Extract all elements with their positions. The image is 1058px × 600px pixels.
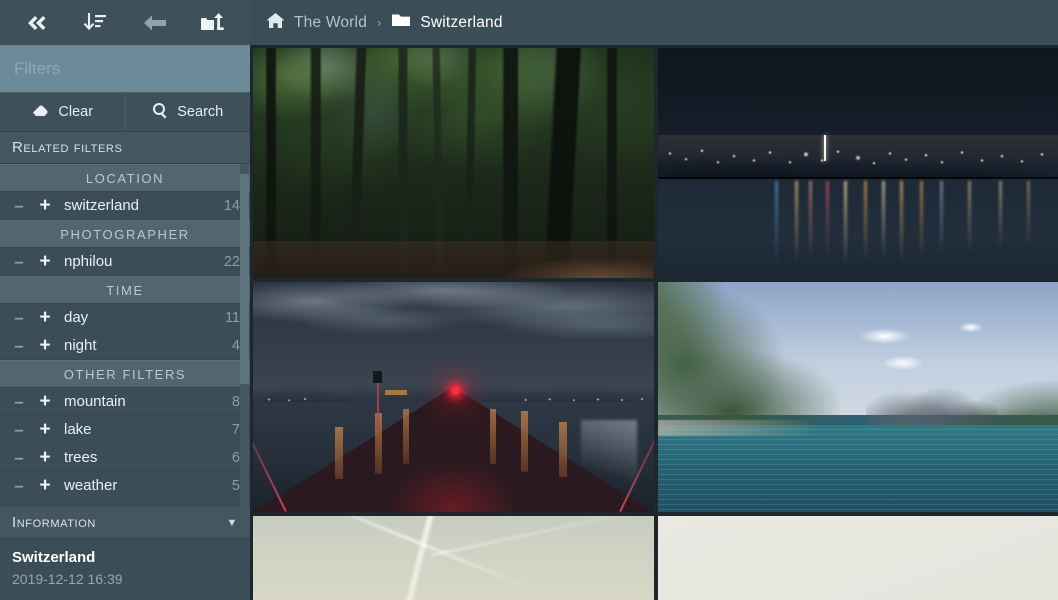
- filter-label: switzerland: [64, 197, 140, 214]
- filter-label: day: [64, 309, 89, 326]
- filter-exclude-button[interactable]: –: [6, 253, 32, 270]
- filter-count: 8: [231, 393, 240, 410]
- filter-row[interactable]: – + night 4: [0, 332, 250, 360]
- filter-exclude-button[interactable]: –: [6, 337, 32, 354]
- top-toolbar: The World › Switzerland: [0, 0, 1058, 45]
- related-filters-header: Related filters: [0, 132, 250, 164]
- filter-count: 11: [224, 309, 240, 326]
- filter-label: night: [64, 337, 97, 354]
- breadcrumb-separator: ›: [377, 15, 382, 30]
- filter-exclude-button[interactable]: –: [6, 421, 32, 438]
- photo-browser-window: The World › Switzerland Filters Clear Se…: [0, 0, 1058, 600]
- filter-category-header: Photographer: [0, 220, 250, 248]
- search-icon: [152, 102, 169, 123]
- filter-include-button[interactable]: +: [32, 336, 58, 355]
- filter-category-header: Location: [0, 164, 250, 192]
- double-chevron-left-icon: [23, 13, 49, 33]
- filter-exclude-button[interactable]: –: [6, 309, 32, 326]
- filters-scrollbar-thumb[interactable]: [240, 174, 249, 384]
- information-header[interactable]: Information ▼: [0, 507, 250, 540]
- filter-label: nphilou: [64, 253, 113, 270]
- filter-row[interactable]: – + weather 5: [0, 472, 250, 500]
- filters-scrollbar-track[interactable]: [240, 164, 249, 508]
- filter-row[interactable]: – + mountain 8: [0, 388, 250, 416]
- toolbar-button-group: [0, 0, 250, 45]
- back-button[interactable]: [131, 0, 179, 45]
- filter-row[interactable]: – + switzerland 14: [0, 192, 250, 220]
- information-panel: Information ▼ Switzerland 2019-12-12 16:…: [0, 507, 250, 600]
- sort-descending-icon: [82, 12, 108, 34]
- photo-pale[interactable]: [657, 516, 1058, 600]
- photo-grid[interactable]: [250, 45, 1058, 600]
- photo-forest[interactable]: [253, 48, 654, 278]
- related-filters-title: Related filters: [12, 139, 123, 156]
- breadcrumb-label: The World: [294, 13, 368, 31]
- photo-hazy-sky[interactable]: [253, 516, 654, 600]
- breadcrumb: The World › Switzerland: [250, 0, 1058, 45]
- sort-button[interactable]: [71, 0, 119, 45]
- information-body: Switzerland 2019-12-12 16:39: [0, 539, 250, 600]
- information-title: Information: [12, 514, 96, 532]
- filter-include-button[interactable]: +: [32, 196, 58, 215]
- filter-exclude-button[interactable]: –: [6, 393, 32, 410]
- filter-exclude-button[interactable]: –: [6, 477, 32, 494]
- photo-night-city[interactable]: [657, 48, 1058, 278]
- filter-category-header: Other filters: [0, 360, 250, 388]
- filter-row[interactable]: – + nphilou 22: [0, 248, 250, 276]
- filter-count: 7: [231, 421, 240, 438]
- main-body: Filters Clear Search Related filters LOC…: [0, 45, 1058, 600]
- clear-button-label: Clear: [58, 103, 94, 120]
- home-icon: [266, 12, 285, 34]
- filter-row[interactable]: – + lake 7: [0, 416, 250, 444]
- filter-include-button[interactable]: +: [32, 476, 58, 495]
- filter-label: lake: [64, 421, 92, 438]
- breadcrumb-label: Switzerland: [420, 13, 503, 31]
- filter-label: trees: [64, 449, 98, 466]
- filter-count: 6: [231, 449, 240, 466]
- photo-pier[interactable]: [253, 282, 654, 512]
- filter-exclude-button[interactable]: –: [6, 449, 32, 466]
- folder-up-icon: [200, 12, 228, 34]
- filter-exclude-button[interactable]: –: [6, 197, 32, 214]
- filter-include-button[interactable]: +: [32, 448, 58, 467]
- filter-include-button[interactable]: +: [32, 308, 58, 327]
- filter-count: 22: [223, 253, 240, 270]
- filter-action-row: Clear Search: [0, 92, 250, 132]
- chevron-down-icon[interactable]: ▼: [227, 517, 239, 529]
- filter-group-list: Location – + switzerland 14 Photographer – + nph…: [0, 164, 250, 500]
- arrow-left-icon: [141, 13, 169, 33]
- filters-search-bar[interactable]: Filters: [0, 45, 250, 92]
- information-name: Switzerland: [12, 549, 96, 567]
- filter-include-button[interactable]: +: [32, 252, 58, 271]
- eraser-icon: [31, 103, 50, 122]
- photo-alpine-lake[interactable]: [657, 282, 1058, 512]
- information-date: 2019-12-12 16:39: [12, 571, 123, 587]
- search-button-label: Search: [177, 103, 224, 120]
- filter-label: mountain: [64, 393, 126, 410]
- breadcrumb-item-the-world[interactable]: The World: [266, 12, 367, 34]
- search-button[interactable]: Search: [124, 92, 250, 132]
- folder-icon: [391, 12, 411, 33]
- filter-include-button[interactable]: +: [32, 392, 58, 411]
- filter-count: 4: [231, 337, 240, 354]
- filter-include-button[interactable]: +: [32, 420, 58, 439]
- filter-count: 5: [231, 477, 240, 494]
- filters-sidebar: Filters Clear Search Related filters LOC…: [0, 45, 250, 600]
- filter-label: weather: [64, 477, 118, 494]
- filter-row[interactable]: – + day 11: [0, 304, 250, 332]
- filters-search-input[interactable]: Filters: [14, 59, 60, 79]
- filter-count: 14: [223, 197, 240, 214]
- filters-scroll-area[interactable]: Location – + switzerland 14 Photographer – + nph…: [0, 164, 250, 508]
- breadcrumb-item-switzerland[interactable]: Switzerland: [391, 12, 502, 33]
- filter-category-header: Time: [0, 276, 250, 304]
- collapse-sidebar-button[interactable]: [12, 0, 60, 45]
- parent-folder-button[interactable]: [190, 0, 238, 45]
- filter-row[interactable]: – + trees 6: [0, 444, 250, 472]
- clear-button[interactable]: Clear: [0, 92, 125, 132]
